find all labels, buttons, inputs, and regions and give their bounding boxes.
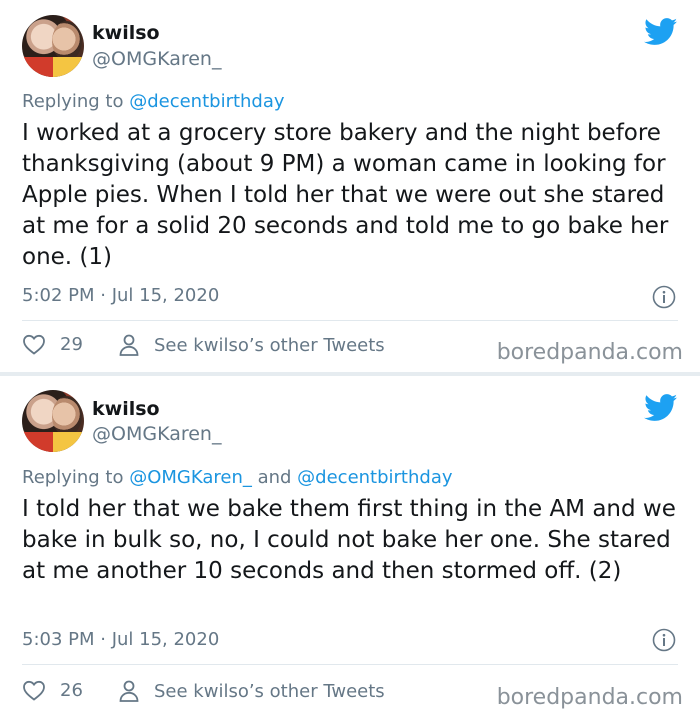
like-count: 29 <box>60 333 83 355</box>
replying-prefix: Replying to <box>22 91 130 112</box>
tweet-text: I told her that we bake them first thing… <box>22 496 676 584</box>
watermark: boredpanda.com <box>496 340 683 365</box>
mention-link[interactable]: @decentbirthday <box>129 91 284 112</box>
mention-link[interactable]: @decentbirthday <box>297 467 452 488</box>
avatar-clothing <box>22 57 84 77</box>
see-other-tweets-link[interactable]: See kwilso’s other Tweets <box>118 333 385 357</box>
mention-link[interactable]: @OMGKaren_ <box>129 467 252 488</box>
divider <box>22 664 678 665</box>
twitter-bird-icon[interactable] <box>644 394 678 422</box>
info-icon[interactable] <box>652 285 676 309</box>
info-icon[interactable] <box>652 628 676 652</box>
replying-to: Replying to @decentbirthday <box>22 91 285 112</box>
avatar-face <box>52 21 82 61</box>
user-handle[interactable]: @OMGKaren_ <box>92 48 221 70</box>
like-button[interactable]: 26 <box>22 679 83 701</box>
see-other-tweets-label: See kwilso’s other Tweets <box>154 680 385 702</box>
avatar-face <box>52 396 82 436</box>
replying-prefix: Replying to <box>22 467 130 488</box>
display-name[interactable]: kwilso <box>92 22 160 44</box>
see-other-tweets-link[interactable]: See kwilso’s other Tweets <box>118 679 385 703</box>
avatar[interactable] <box>22 390 84 452</box>
avatar-clothing <box>22 432 84 452</box>
tweet-timestamp[interactable]: 5:02 PM · Jul 15, 2020 <box>22 285 219 306</box>
see-other-tweets-label: See kwilso’s other Tweets <box>154 334 385 356</box>
user-handle[interactable]: @OMGKaren_ <box>92 423 221 445</box>
like-count: 26 <box>60 679 83 701</box>
watermark: boredpanda.com <box>496 685 683 710</box>
person-icon <box>119 334 139 356</box>
person-icon <box>119 680 139 702</box>
tweet-card: kwilso @OMGKaren_ Replying to @decentbir… <box>0 0 700 372</box>
tweet-text: I worked at a grocery store bakery and t… <box>22 120 669 270</box>
tweet-card: kwilso @OMGKaren_ Replying to @OMGKaren_… <box>0 376 700 720</box>
replying-to: Replying to @OMGKaren_ and @decentbirthd… <box>22 467 453 488</box>
twitter-bird-icon[interactable] <box>644 18 678 46</box>
display-name[interactable]: kwilso <box>92 398 160 420</box>
like-button[interactable]: 29 <box>22 333 83 355</box>
replying-joiner: and <box>251 467 298 488</box>
heart-icon <box>23 334 45 355</box>
divider <box>22 320 678 321</box>
heart-icon <box>23 680 45 701</box>
avatar[interactable] <box>22 15 84 77</box>
tweet-timestamp[interactable]: 5:03 PM · Jul 15, 2020 <box>22 629 219 650</box>
